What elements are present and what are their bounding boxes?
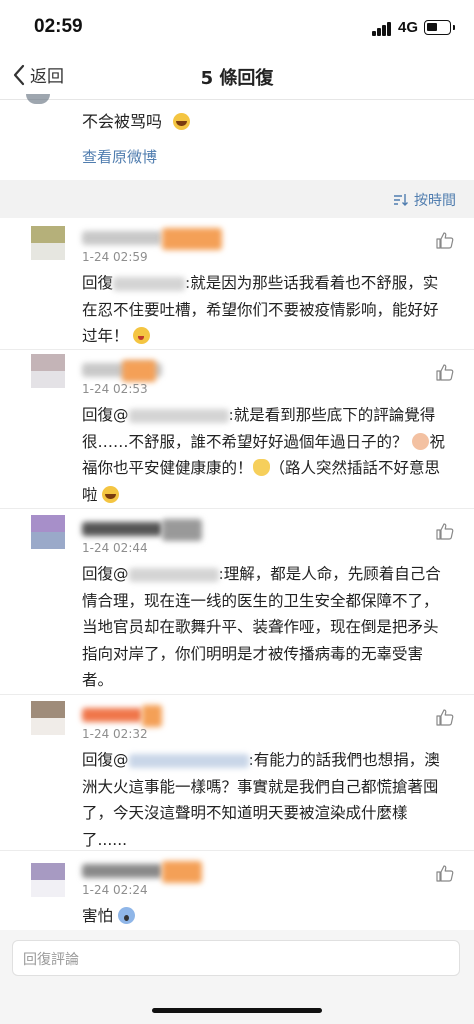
avatar[interactable]: [31, 515, 65, 549]
signal-icon: [372, 22, 392, 36]
blush-emoji-icon: [133, 327, 151, 344]
like-icon[interactable]: [436, 865, 454, 882]
avatar[interactable]: [31, 354, 65, 388]
comment-time: 1-24 02:24: [82, 883, 148, 897]
network-type: 4G: [398, 19, 419, 36]
avatar[interactable]: [31, 863, 65, 897]
like-icon[interactable]: [436, 364, 454, 381]
reply-list[interactable]: 1-24 02:59 回復:就是因为那些话我看着也不舒服，实在忍不住要吐槽，希望…: [0, 218, 474, 930]
battery-icon: [424, 20, 455, 35]
username-redacted: [82, 228, 222, 250]
like-icon[interactable]: [436, 232, 454, 249]
comment-time: 1-24 02:59: [82, 250, 148, 264]
like-icon[interactable]: [436, 523, 454, 540]
comment-text: 回復@:有能力的話我們也想捐，澳洲大火這事能一樣嗎？事實就是我們自己都慌搶著囤了…: [82, 751, 440, 849]
sort-by-time-button[interactable]: 按時間: [393, 190, 456, 210]
username-redacted: [82, 705, 222, 727]
view-original-link[interactable]: 查看原微博: [82, 146, 157, 167]
comment-text: 害怕: [82, 903, 452, 930]
comment-text: 回復:就是因为那些话我看着也不舒服，实在忍不住要吐槽，希望你们不要被疫情影响，能…: [82, 274, 439, 345]
reply-bar: 回復評論: [0, 930, 474, 1024]
home-indicator[interactable]: [152, 1008, 322, 1013]
comment-time: 1-24 02:44: [82, 541, 148, 555]
status-bar: 02:59 4G: [0, 0, 474, 54]
username-redacted: [82, 861, 222, 883]
list-item[interactable]: 1-24 02:44 回復@:理解，都是人命，先顾着自己合情合理，现在连一线的医…: [0, 509, 474, 695]
avatar: [26, 94, 50, 104]
list-item[interactable]: 1-24 02:32 回復@:有能力的話我們也想捐，澳洲大火這事能一樣嗎？事實就…: [0, 695, 474, 851]
avatar[interactable]: [31, 701, 65, 735]
laugh-emoji-icon: [173, 113, 191, 130]
pray-emoji-icon: [252, 459, 270, 476]
reply-comment-input[interactable]: 回復評論: [12, 940, 460, 976]
status-time: 02:59: [34, 16, 83, 37]
comment-time: 1-24 02:32: [82, 727, 148, 741]
list-item[interactable]: 1-24 02:59 回復:就是因为那些话我看着也不舒服，实在忍不住要吐槽，希望…: [0, 218, 474, 350]
username-redacted: [82, 360, 222, 382]
comment-text: 回復@:理解，都是人命，先顾着自己合情合理，现在连一线的医生的卫生安全都保障不了…: [82, 565, 441, 689]
original-post: 不会被骂吗 查看原微博: [0, 94, 474, 180]
original-post-text: 不会被骂吗: [82, 108, 191, 132]
mention-redacted: [128, 408, 229, 423]
mention-redacted: [128, 567, 219, 582]
mention-redacted: [128, 753, 249, 768]
sort-bar: 按時間: [0, 180, 474, 218]
username-redacted: [82, 519, 222, 541]
laugh-emoji-icon: [102, 485, 120, 503]
list-item[interactable]: 1-24 02:24 害怕: [0, 851, 474, 930]
list-item[interactable]: 1-24 02:53 回復@:就是看到那些底下的評論覺得很……不舒服，誰不希望好…: [0, 350, 474, 509]
original-post-content: 不会被骂吗: [82, 112, 163, 131]
mention-redacted: [113, 276, 186, 291]
baby-emoji-icon: [412, 432, 430, 450]
sort-icon: [394, 194, 408, 206]
scared-emoji-icon: [117, 907, 135, 924]
comment-time: 1-24 02:53: [82, 382, 148, 396]
navigation-bar: 返回 5 條回復: [0, 54, 474, 100]
like-icon[interactable]: [436, 709, 454, 726]
page-title: 5 條回復: [200, 68, 274, 89]
sort-label: 按時間: [414, 193, 456, 209]
avatar[interactable]: [31, 226, 65, 260]
comment-text: 回復@:就是看到那些底下的評論覺得很……不舒服，誰不希望好好過個年過日子的？ 祝…: [82, 406, 445, 504]
